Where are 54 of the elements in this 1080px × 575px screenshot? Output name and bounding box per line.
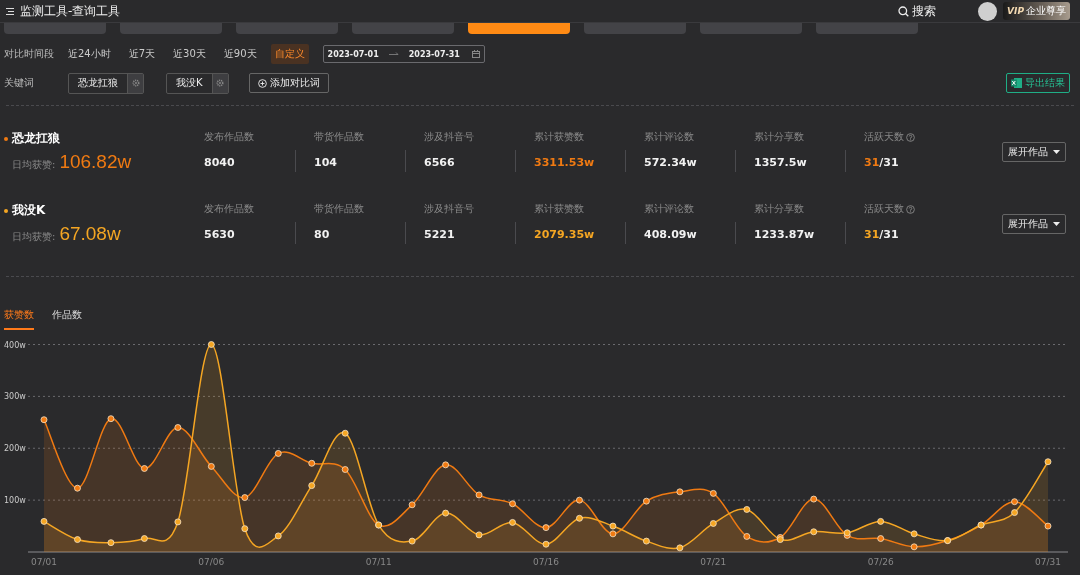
active-days-value: 31 <box>864 156 880 169</box>
stat-label: 发布作品数 <box>204 202 255 216</box>
stat-value: 80 <box>314 228 331 241</box>
keyword-text: 恐龙扛狼 <box>77 76 119 90</box>
time-filter-label: 对比时间段 <box>4 47 55 61</box>
x-axis-label: 07/06 <box>198 557 225 567</box>
daily-likes-value: 67.08w <box>59 223 121 245</box>
x-axis-label: 07/21 <box>700 557 727 567</box>
stat-label: 活跃天数 <box>864 202 904 216</box>
y-axis-label: 400w <box>4 340 26 350</box>
vip-tag: VIP <box>1007 6 1024 16</box>
stat-value: 5221 <box>424 228 456 241</box>
stat-label: 发布作品数 <box>204 130 255 144</box>
stat-value: 5630 <box>204 228 236 241</box>
x-axis-label: 07/11 <box>365 557 392 567</box>
stat-label: 活跃天数 <box>864 130 904 144</box>
stat-value: 408.09w <box>644 228 698 241</box>
stat-label: 带货作品数 <box>314 202 365 216</box>
stat-label: 涉及抖音号 <box>424 202 475 216</box>
stat-label: 累计分享数 <box>754 130 805 144</box>
stat-value: 3311.53w <box>534 156 596 169</box>
stat-label: 累计获赞数 <box>534 202 585 216</box>
y-axis-label: 100w <box>4 496 26 506</box>
keyword-text: 我没K <box>175 76 204 90</box>
x-axis-label: 07/01 <box>31 557 57 567</box>
daily-likes-label: 日均获赞: <box>12 230 56 244</box>
keyword-name: 恐龙扛狼 <box>12 130 60 147</box>
page-title: 监测工具-查询工具 <box>20 2 122 20</box>
stat-label: 累计分享数 <box>754 202 805 216</box>
x-axis-label: 07/31 <box>1035 557 1061 567</box>
stat-value: 6566 <box>424 156 456 169</box>
active-days-value: 31 <box>864 228 880 241</box>
stat-value: 572.34w <box>644 156 698 169</box>
vip-text: 企业尊享 <box>1026 4 1066 18</box>
active-days-total: /31 <box>879 156 899 169</box>
stat-value: 8040 <box>204 156 236 169</box>
active-days-total: /31 <box>879 228 899 241</box>
x-axis-label: 07/26 <box>867 557 894 567</box>
stat-value: 2079.35w <box>534 228 596 241</box>
x-axis-label: 07/16 <box>533 557 559 567</box>
stat-label: 累计评论数 <box>644 130 695 144</box>
stat-label: 累计评论数 <box>644 202 695 216</box>
stat-label: 累计获赞数 <box>534 130 585 144</box>
keyword-label: 关键词 <box>4 76 35 90</box>
stat-label: 涉及抖音号 <box>424 130 475 144</box>
y-axis-label: 200w <box>4 444 26 454</box>
stat-value: 1357.5w <box>754 156 808 169</box>
stat-value: 1233.87w <box>754 228 816 241</box>
y-axis-label: 300w <box>4 392 26 402</box>
stat-label: 带货作品数 <box>314 130 365 144</box>
stat-value: 104 <box>314 156 338 169</box>
daily-likes-value: 106.82w <box>59 151 132 173</box>
keyword-name: 我没K <box>12 202 46 219</box>
daily-likes-label: 日均获赞: <box>12 158 56 172</box>
